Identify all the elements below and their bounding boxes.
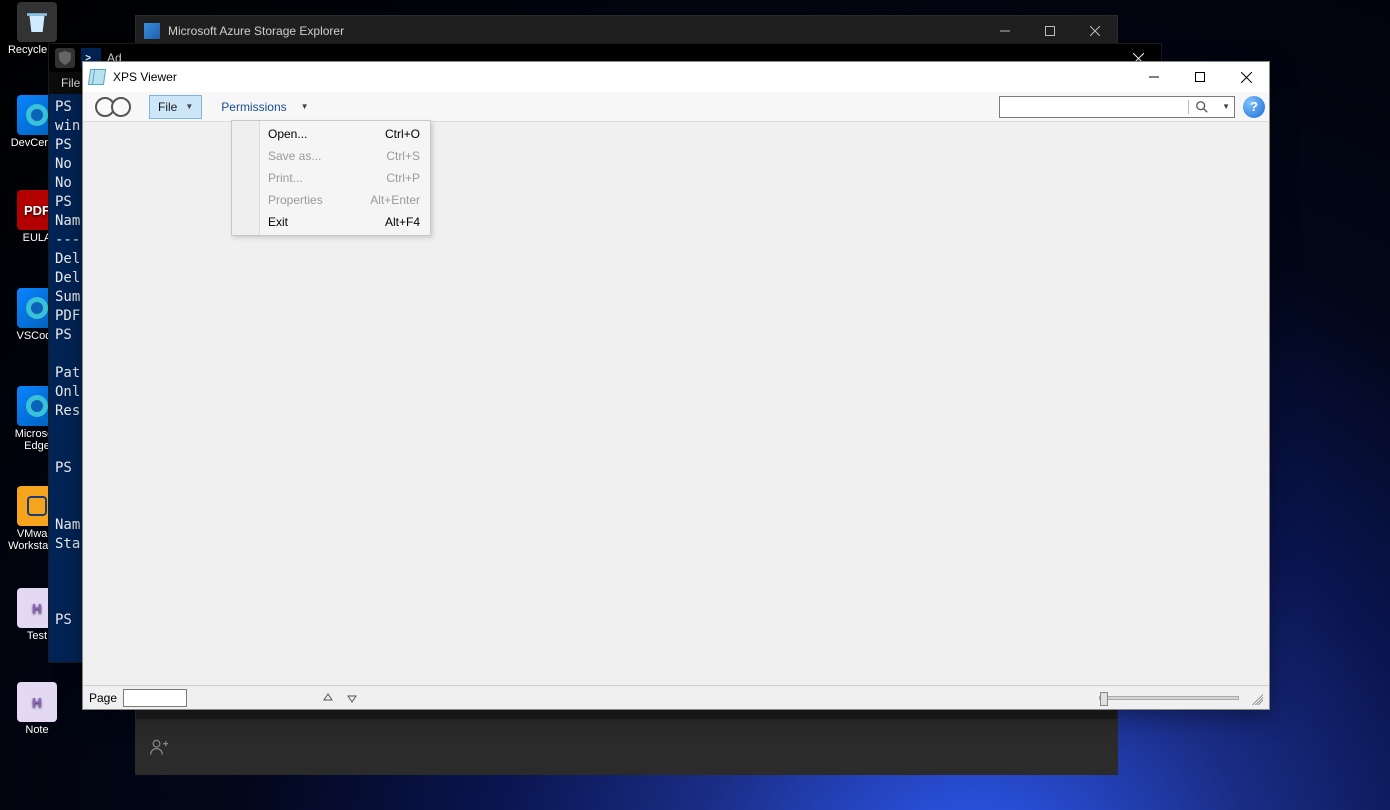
maximize-button[interactable] [1027,16,1072,46]
close-button[interactable] [1223,62,1269,92]
binoculars-icon[interactable] [87,95,139,119]
search-box[interactable]: ▼ [999,96,1235,118]
desktop-icon-label: Note [25,724,48,736]
file-menu-label: File [158,100,177,114]
file-menu-item-save-as: Save as... Ctrl+S [234,145,428,167]
azure-app-icon [144,23,160,39]
menu-item-shortcut: Ctrl+P [386,171,420,185]
search-icon[interactable] [1188,100,1214,114]
chevron-down-icon[interactable]: ▼ [1218,102,1234,111]
chevron-down-icon: ▼ [301,102,309,111]
permissions-menu-label: Permissions [221,100,286,114]
desktop-icon-label: Test [27,630,47,642]
page-input[interactable] [123,689,187,707]
menu-item-label: Open... [268,127,307,141]
file-menu-button[interactable]: File ▼ [149,95,202,119]
file-menu-item-open[interactable]: Open... Ctrl+O [234,123,428,145]
file-menu-dropdown: Open... Ctrl+O Save as... Ctrl+S Print... Ctr… [231,120,431,236]
minimize-button[interactable] [982,16,1027,46]
page-label: Page [89,691,117,705]
permissions-menu-button[interactable]: Permissions ▼ [212,95,317,119]
menu-item-shortcut: Ctrl+S [386,149,420,163]
menu-item-label: Print... [268,171,303,185]
close-button[interactable] [1072,16,1117,46]
azure-titlebar[interactable]: Microsoft Azure Storage Explorer [136,16,1117,46]
minimize-button[interactable] [1131,62,1177,92]
azure-title: Microsoft Azure Storage Explorer [168,24,344,38]
help-icon[interactable]: ? [1243,96,1265,118]
file-menu-item-exit[interactable]: Exit Alt+F4 [234,211,428,233]
azure-bottom-bar [136,719,1117,774]
menu-item-shortcut: Ctrl+O [385,127,420,141]
menu-item-label: Properties [268,193,323,207]
h-file-icon: H [17,682,57,722]
menu-item-shortcut: Alt+F4 [385,215,420,229]
xps-status-bar: Page [83,685,1269,709]
menu-item-shortcut: Alt+Enter [370,193,420,207]
menu-item-label: Save as... [268,149,321,163]
xps-title: XPS Viewer [113,70,177,84]
xps-app-icon [89,68,107,86]
zoom-slider-thumb[interactable] [1100,692,1108,706]
search-input[interactable] [1000,100,1188,114]
xps-toolbar: File ▼ Permissions ▼ ▼ ? [83,92,1269,122]
page-down-button[interactable] [343,689,361,707]
page-up-button[interactable] [319,689,337,707]
file-menu-item-properties: Properties Alt+Enter [234,189,428,211]
maximize-button[interactable] [1177,62,1223,92]
shield-icon [55,48,75,68]
file-menu-item-print: Print... Ctrl+P [234,167,428,189]
account-icon[interactable] [136,719,181,774]
xps-titlebar[interactable]: XPS Viewer [83,62,1269,92]
zoom-slider[interactable] [1099,696,1239,700]
menu-item-label: Exit [268,215,288,229]
recycle-bin-icon [17,2,57,42]
resize-grip[interactable] [1249,691,1263,705]
chevron-down-icon: ▼ [185,102,193,111]
xps-viewer-window[interactable]: XPS Viewer File ▼ Permissions ▼ ▼ ? [82,61,1270,710]
desktop-icon-note[interactable]: H Note [2,682,72,736]
